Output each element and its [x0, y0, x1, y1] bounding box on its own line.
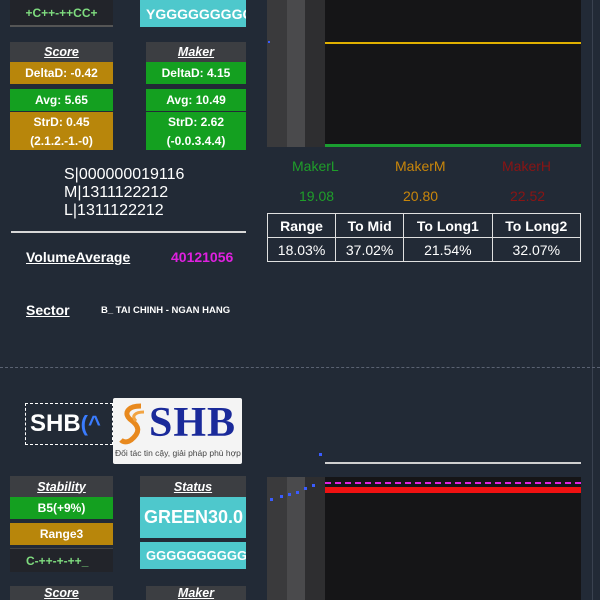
maker-level-high-label: MakerH	[502, 158, 552, 174]
score-header: Score	[10, 42, 113, 62]
status-value: GREEN30.0	[140, 497, 246, 538]
stability-signal: C-++-+-++_	[10, 548, 113, 572]
logo-text: SHB	[149, 400, 237, 446]
divider	[11, 231, 246, 233]
sml-short: S|000000019116	[64, 166, 185, 183]
score-header-bottom: Score	[10, 586, 113, 600]
maker-header: Maker	[146, 42, 246, 62]
maker-level-mid-label: MakerM	[395, 158, 446, 174]
volume-band	[287, 0, 305, 147]
range-header: Range	[266, 213, 337, 238]
ticker-suffix: (^	[80, 411, 101, 436]
maker-level-low-value: 19.08	[299, 188, 335, 204]
to-long2-value: 32.07%	[491, 237, 582, 262]
maker-avg: Avg: 10.49	[146, 89, 246, 111]
range-table: Range To Mid To Long1 To Long2 18.03% 37…	[266, 213, 582, 262]
sml-mid: M|1311122212	[64, 184, 169, 201]
score-avg: Avg: 5.65	[10, 89, 113, 111]
maker-mid-line-dashed	[325, 482, 581, 484]
sector-value: B_ TAI CHINH - NGAN HANG	[101, 305, 231, 316]
range-value: 18.03%	[266, 237, 337, 262]
ticker-box[interactable]: SHB (^	[25, 403, 113, 445]
maker-level-mid-value: 20.80	[403, 188, 439, 204]
chart-right-border	[592, 0, 593, 370]
status-sequence: GGGGGGGGGG	[140, 542, 246, 569]
to-long1-header: To Long1	[403, 213, 493, 238]
sml-readout: S|000000019116 M|1311122212 L|1311122212	[64, 166, 184, 220]
maker-code: (-0.0.3.4.4)	[146, 131, 246, 150]
maker-header-bottom: Maker	[146, 586, 246, 600]
logo-mark	[119, 403, 145, 445]
price-tick	[268, 41, 270, 43]
to-long1-value: 21.54%	[403, 237, 493, 262]
chart-top-line	[325, 462, 581, 464]
score-delta: DeltaD: -0.42	[10, 62, 113, 84]
maker-delta: DeltaD: 4.15	[146, 62, 246, 84]
volume-band	[267, 477, 287, 600]
stability-value: B5(+9%)	[10, 497, 113, 519]
signal-sequence-top: +C++-++CC+	[10, 0, 113, 27]
sector-label: Sector	[26, 302, 70, 318]
volume-label: VolumeAverage	[26, 249, 131, 265]
status-sequence-top: YGGGGGGGGGG	[140, 0, 246, 27]
score-code: (2.1.2.-1.-0)	[10, 131, 113, 150]
volume-band	[305, 0, 325, 147]
section-separator	[0, 367, 600, 368]
company-logo: SHB Đối tác tin cậy, giải pháp phù hợp	[113, 398, 242, 464]
maker-level-high-value: 22.52	[510, 188, 546, 204]
price-tick	[280, 495, 283, 498]
status-header: Status	[140, 476, 246, 497]
price-tick	[288, 493, 291, 496]
price-tick	[296, 491, 299, 494]
chart-right-border	[592, 370, 593, 600]
stability-header: Stability	[10, 476, 113, 497]
maker-mid-line	[325, 42, 581, 44]
price-tick	[304, 487, 307, 490]
price-chart-top[interactable]	[267, 0, 581, 147]
price-tick	[312, 484, 315, 487]
logo-tagline: Đối tác tin cậy, giải pháp phù hợp	[115, 448, 241, 458]
stability-range: Range3	[10, 523, 113, 545]
volume-value: 40121056	[171, 249, 234, 265]
to-mid-header: To Mid	[335, 213, 405, 238]
score-strength: StrD: 0.45	[10, 112, 113, 131]
maker-strength: StrD: 2.62	[146, 112, 246, 131]
to-mid-value: 37.02%	[335, 237, 405, 262]
maker-high-line	[325, 487, 581, 493]
sml-long: L|1311122212	[64, 202, 164, 219]
volume-band	[267, 0, 287, 147]
volume-band	[305, 477, 325, 600]
maker-level-low-label: MakerL	[292, 158, 339, 174]
price-chart-bottom[interactable]	[267, 477, 581, 600]
ticker-symbol: SHB	[30, 410, 81, 437]
to-long2-header: To Long2	[491, 213, 582, 238]
chart-marker	[319, 453, 322, 456]
chart-baseline	[325, 144, 581, 147]
price-tick	[270, 498, 273, 501]
